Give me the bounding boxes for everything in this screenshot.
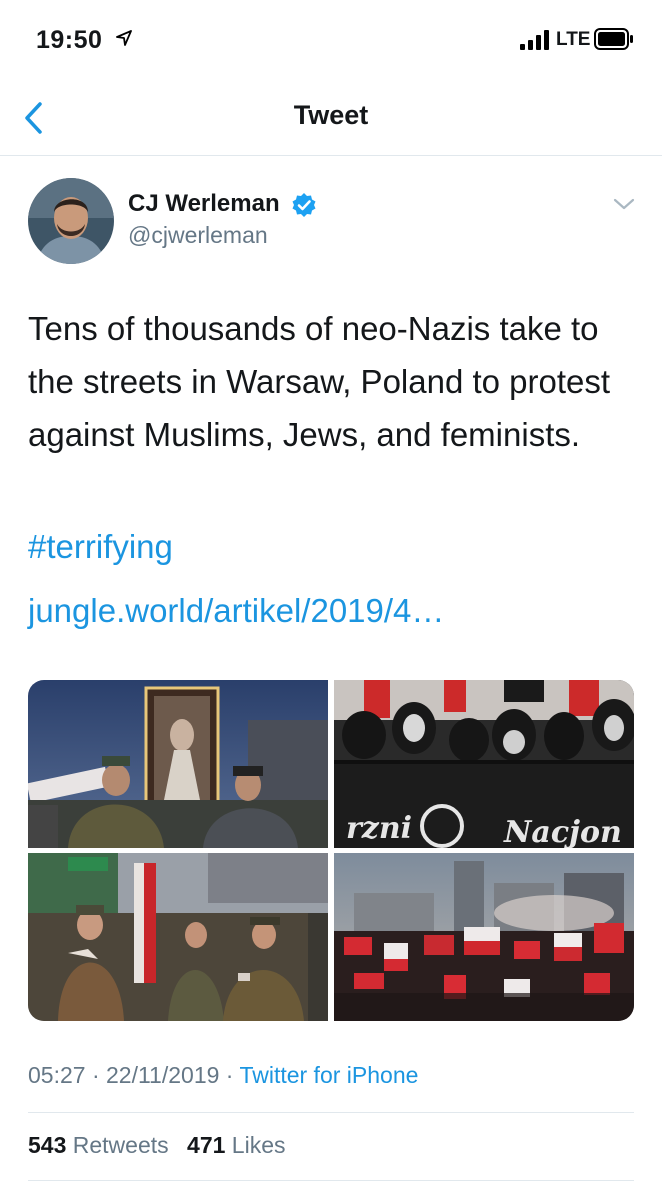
author-name[interactable]: CJ Werleman [128,190,280,218]
author-handle[interactable]: @cjwerleman [128,222,268,249]
banner-text-2: Nacjon [503,815,622,848]
retweets-stat[interactable]: 543 Retweets [28,1132,169,1158]
photo-2[interactable]: rzni Nacjon [334,680,634,848]
photo-4[interactable] [334,853,634,1021]
status-time: 19:50 [36,26,103,54]
retweets-count: 543 [28,1132,67,1158]
timestamp: 05:27 · 22/11/2019 · [28,1062,240,1088]
likes-label: Likes [231,1132,286,1158]
verified-badge-icon [292,193,316,217]
network-type: LTE [556,29,591,50]
tweet-stats: 543 Retweets 471 Likes [28,1132,298,1159]
photo-1[interactable] [28,680,328,848]
tweet-meta: 05:27 · 22/11/2019 · Twitter for iPhone [28,1062,418,1089]
avatar[interactable] [28,178,114,264]
photo-3[interactable] [28,853,328,1021]
source-link[interactable]: Twitter for iPhone [239,1062,418,1088]
retweets-label: Retweets [72,1132,169,1158]
divider [28,1112,634,1113]
tweet-text: Tens of thousands of neo-Nazis take to t… [28,310,611,453]
banner-text-1: rzni [346,811,412,846]
chevron-down-icon[interactable] [610,194,638,214]
signal-bars-icon [520,30,549,50]
status-bar: 19:50 LTE [0,0,662,80]
battery-icon [594,28,633,50]
page-title: Tweet [293,100,369,130]
location-arrow-icon [116,30,132,46]
likes-count: 471 [187,1132,226,1158]
hashtag-link[interactable]: #terrifying [28,528,173,566]
article-link[interactable]: jungle.world/artikel/2019/4… [28,592,444,630]
media-grid: rzni Nacjon [28,680,634,1021]
divider [28,1180,634,1181]
likes-stat[interactable]: 471 Likes [187,1132,285,1158]
nav-bar: Tweet [0,80,662,156]
